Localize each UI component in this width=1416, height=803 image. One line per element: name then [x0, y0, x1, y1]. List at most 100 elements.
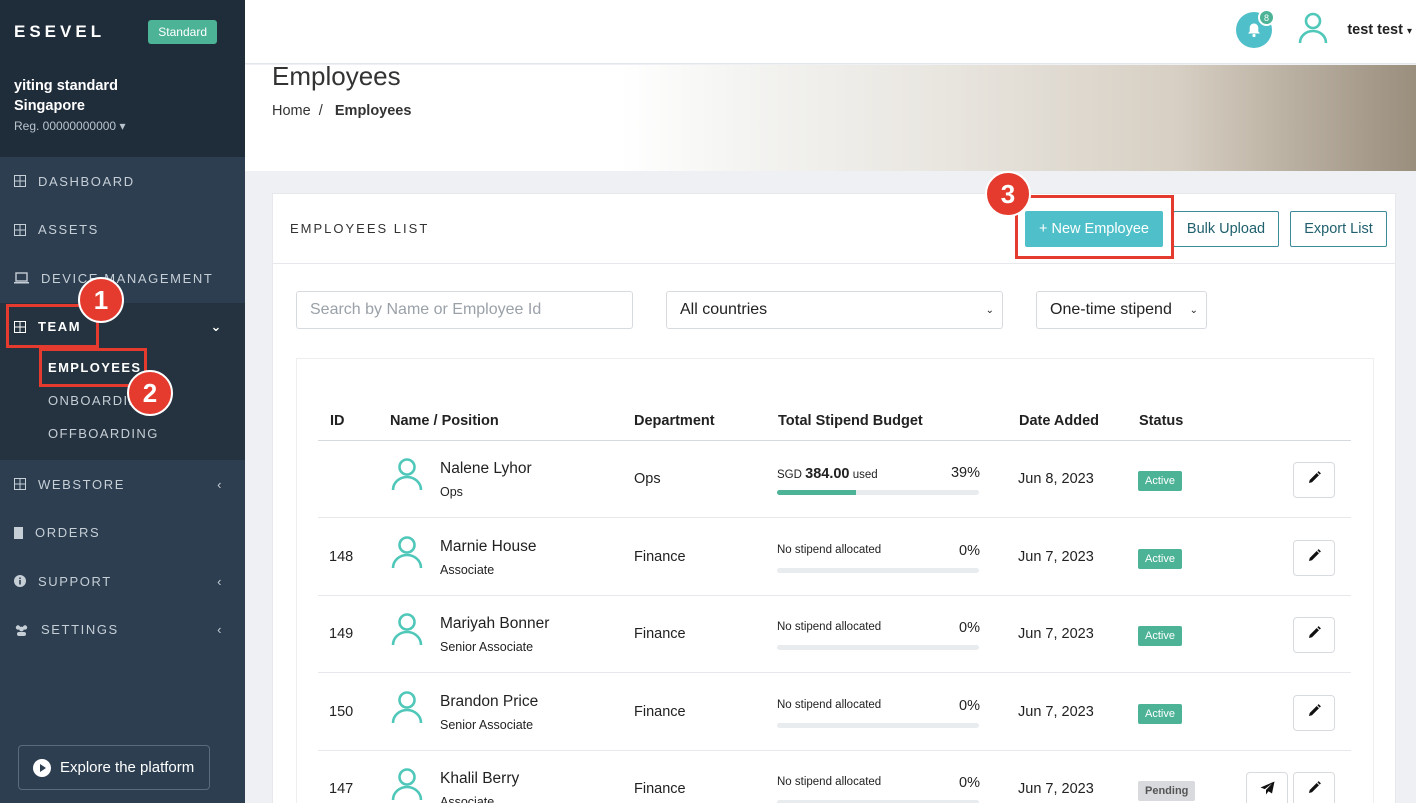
sidebar-nav: DASHBOARD ASSETS DEVICE MANAGEMENT TEAM … [0, 157, 245, 654]
pencil-icon [1308, 471, 1321, 489]
table-row[interactable]: 148 Marnie House Associate Finance No stipen… [318, 519, 1351, 596]
notification-count-badge: 8 [1258, 9, 1275, 26]
date-added: Jun 7, 2023 [1018, 703, 1094, 720]
edit-button[interactable] [1293, 694, 1335, 731]
brand-row: ESEVEL Standard [0, 0, 245, 64]
send-icon [1260, 781, 1275, 800]
grid-icon [14, 175, 26, 188]
search-input[interactable]: Search by Name or Employee Id [296, 291, 633, 329]
chevron-down-icon: ⌄ [985, 304, 994, 316]
caret-down-icon: ▾ [119, 119, 126, 133]
country-select[interactable]: All countries ⌄ [666, 291, 1003, 329]
brand-logo[interactable]: ESEVEL [14, 22, 105, 42]
employee-id: 150 [329, 703, 354, 720]
stipend-percent: 0% [959, 542, 980, 559]
notifications-button[interactable]: 8 [1236, 9, 1275, 48]
edit-button[interactable] [1293, 462, 1335, 498]
sidebar-item-support[interactable]: SUPPORT ‹ [0, 557, 245, 606]
status-badge: Active [1138, 471, 1182, 491]
send-invite-button[interactable] [1246, 772, 1288, 803]
employee-name[interactable]: Marnie House [440, 538, 537, 556]
employee-avatar-icon [390, 690, 424, 724]
sidebar-item-assets[interactable]: ASSETS [0, 206, 245, 255]
stipend-value: One-time stipend [1050, 301, 1172, 318]
employee-name[interactable]: Brandon Price [440, 693, 538, 711]
bell-icon [1248, 23, 1260, 38]
sidebar-item-label: SUPPORT [38, 573, 112, 589]
bulk-upload-button[interactable]: Bulk Upload [1173, 211, 1279, 247]
status-badge: Pending [1138, 781, 1196, 801]
sidebar-item-label: SETTINGS [41, 622, 119, 638]
pencil-icon [1308, 703, 1321, 722]
chevron-left-icon: ‹ [217, 622, 223, 638]
hero-image [621, 65, 1416, 171]
stipend-percent: 0% [959, 620, 980, 636]
org-name-line1: yiting standard [14, 78, 118, 94]
edit-button[interactable] [1293, 617, 1335, 653]
employee-name[interactable]: Nalene Lyhor [440, 460, 532, 478]
grid-icon [14, 478, 26, 491]
table-row[interactable]: Nalene Lyhor Ops Ops SGD 384.00 used 39% Jun … [318, 441, 1351, 518]
sidebar-subitem-offboarding[interactable]: OFFBOARDING [0, 417, 245, 450]
sidebar-item-label: DASHBOARD [38, 173, 135, 189]
column-header-stipend: Total Stipend Budget [778, 413, 923, 429]
sidebar-item-label: ORDERS [35, 525, 101, 541]
employee-id: 147 [329, 781, 354, 797]
step-marker-3: 3 [985, 171, 1031, 217]
pencil-icon [1308, 781, 1321, 799]
column-header-id: ID [330, 413, 345, 429]
stipend-percent: 39% [950, 465, 980, 481]
top-bar: 8 test test ▾ [245, 0, 1416, 64]
edit-button[interactable] [1293, 772, 1335, 803]
table-row[interactable]: 147 Khalil Berry Associate Finance No stipen… [318, 751, 1351, 803]
breadcrumb-home[interactable]: Home [272, 103, 311, 119]
org-name-line2: Singapore [14, 98, 85, 114]
employees-table: ID Name / Position Department Total Stip… [296, 358, 1374, 803]
column-header-department: Department [634, 413, 715, 429]
file-icon [14, 526, 23, 539]
stipend-label: No stipend allocated [777, 543, 882, 556]
stipend-used-label: SGD 384.00 used [777, 466, 878, 482]
date-added: Jun 7, 2023 [1018, 626, 1094, 642]
explore-label: Explore the platform [60, 759, 195, 776]
user-name: test test [1347, 22, 1403, 38]
caret-down-icon: ▾ [1406, 26, 1412, 37]
table-row[interactable]: 149 Mariyah Bonner Senior Associate Finance… [318, 596, 1351, 673]
date-added: Jun 8, 2023 [1018, 471, 1094, 487]
org-reg-label: Reg. 00000000000 [14, 119, 117, 133]
breadcrumb: Home / Employees [272, 103, 411, 119]
edit-button[interactable] [1293, 539, 1335, 576]
sidebar-subitem-onboarding[interactable]: ONBOARDING [0, 384, 245, 417]
sidebar-item-webstore[interactable]: WEBSTORE ‹ [0, 460, 245, 509]
employee-position: Senior Associate [440, 717, 534, 732]
employee-name[interactable]: Mariyah Bonner [440, 615, 549, 633]
stipend-select[interactable]: One-time stipend ⌄ [1036, 291, 1207, 329]
chevron-left-icon: ‹ [217, 573, 223, 589]
sidebar-item-orders[interactable]: ORDERS [0, 509, 245, 558]
date-added: Jun 7, 2023 [1018, 548, 1094, 565]
table-row[interactable]: 150 Brandon Price Senior Associate Finance N… [318, 674, 1351, 751]
info-icon [14, 575, 26, 588]
sidebar: ESEVEL Standard yiting standard Singapor… [0, 0, 245, 803]
page-header: Employees Home / Employees [245, 65, 1416, 171]
employee-name[interactable]: Khalil Berry [440, 770, 519, 788]
sidebar-item-settings[interactable]: SETTINGS ‹ [0, 606, 245, 655]
stipend-progress-bar [777, 645, 979, 650]
explore-platform-button[interactable]: Explore the platform [18, 745, 210, 790]
export-list-button[interactable]: Export List [1290, 211, 1387, 247]
org-switcher[interactable]: yiting standard Singapore Reg. 000000000… [0, 64, 245, 157]
pencil-icon [1308, 548, 1321, 567]
chevron-down-icon: ⌄ [1189, 304, 1198, 316]
user-avatar-icon[interactable] [1298, 12, 1328, 44]
status-badge: Active [1138, 703, 1182, 724]
chevron-left-icon: ‹ [217, 476, 223, 492]
stipend-progress-bar [777, 722, 979, 728]
sidebar-item-label: ASSETS [38, 222, 99, 238]
employee-position: Senior Associate [440, 640, 534, 654]
status-badge: Active [1138, 626, 1182, 646]
stipend-progress-bar [777, 567, 979, 573]
user-menu[interactable]: test test ▾ [1347, 22, 1412, 38]
sidebar-item-dashboard[interactable]: DASHBOARD [0, 157, 245, 206]
stipend-percent: 0% [959, 697, 980, 714]
sidebar-item-label: WEBSTORE [38, 476, 125, 492]
